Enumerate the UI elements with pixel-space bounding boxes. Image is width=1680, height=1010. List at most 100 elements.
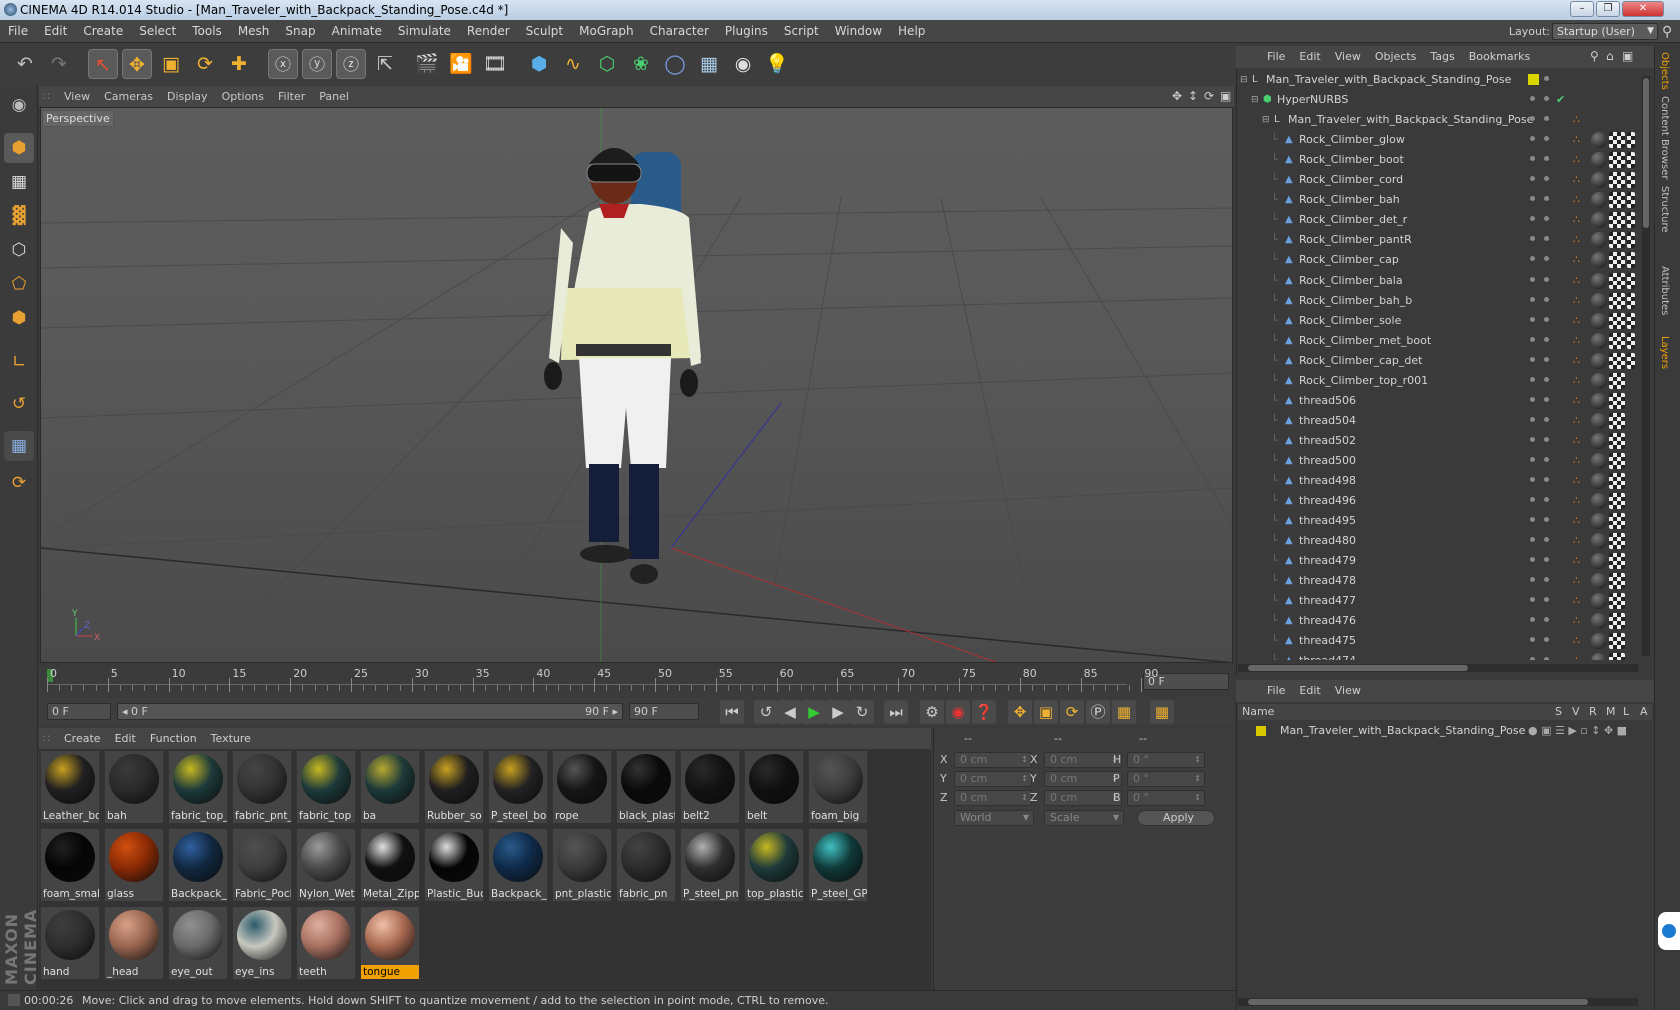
phong-tag-icon[interactable]: ∴ [1573, 453, 1589, 469]
viewport-rotate-icon[interactable]: ⟳ [1204, 89, 1214, 103]
menu-render[interactable]: Render [459, 20, 518, 42]
visibility-dots-icon[interactable] [1530, 296, 1556, 305]
texture-tag-icon[interactable] [1609, 593, 1625, 610]
phong-tag-icon[interactable]: ∴ [1573, 313, 1589, 329]
texture-tag-icon[interactable] [1609, 272, 1625, 289]
material-tag-icon[interactable] [1591, 452, 1607, 469]
object-row[interactable]: └ ▲ thread498 ∴ [1238, 471, 1638, 491]
phong-tag-icon[interactable]: ∴ [1573, 252, 1589, 268]
maximize-button[interactable]: ❐ [1596, 1, 1620, 17]
object-menu-file[interactable]: File [1260, 46, 1292, 68]
material-tag-icon[interactable] [1591, 172, 1607, 189]
layer-column-v[interactable]: V [1572, 704, 1580, 720]
layer-column-r[interactable]: R [1589, 704, 1597, 720]
material-swatch[interactable]: P_steel_pnt [681, 829, 739, 901]
texture-tag-icon[interactable] [1627, 332, 1635, 349]
menu-plugins[interactable]: Plugins [717, 20, 776, 42]
phong-tag-icon[interactable]: ∴ [1573, 653, 1589, 660]
rotation-p-field[interactable]: 0 ° ↕ [1127, 771, 1205, 787]
material-tag-icon[interactable] [1591, 613, 1607, 630]
material-swatch[interactable]: Rubber_so [425, 751, 483, 823]
object-row[interactable]: └ ▲ Rock_Climber_sole ∴ [1238, 311, 1638, 331]
texture-tag-icon[interactable] [1609, 493, 1625, 510]
close-window-button[interactable]: ✕ [1622, 1, 1664, 17]
texture-mode-icon[interactable]: ▦ [4, 167, 34, 197]
side-tab-objects[interactable]: Objects [1659, 52, 1670, 90]
timeline-window-icon[interactable]: ▦ [1150, 700, 1174, 724]
material-swatch[interactable]: tongue [361, 907, 419, 979]
menu-select[interactable]: Select [131, 20, 184, 42]
go-to-end-icon[interactable]: ⏭ [884, 700, 908, 724]
position-x-field[interactable]: 0 cm ↕ [954, 752, 1032, 768]
object-row[interactable]: └ ▲ thread477 ∴ [1238, 591, 1638, 611]
layer-column-l[interactable]: L [1623, 704, 1629, 720]
material-menu-edit[interactable]: Edit [108, 728, 143, 749]
stepper-icon[interactable]: ↕ [1021, 772, 1028, 786]
material-swatch[interactable]: fabric_top_ [169, 751, 227, 823]
layout-select[interactable]: Startup (User) ▼ [1552, 23, 1658, 40]
next-frame-icon[interactable]: ▶ [826, 700, 850, 724]
phong-tag-icon[interactable]: ∴ [1573, 393, 1589, 409]
object-row[interactable]: └ ▲ thread475 ∴ [1238, 631, 1638, 651]
object-row[interactable]: └ ▲ thread476 ∴ [1238, 611, 1638, 631]
move-tool-icon[interactable]: ✥ [122, 49, 152, 79]
material-tag-icon[interactable] [1591, 392, 1607, 409]
stepper-icon[interactable]: ↕ [1194, 772, 1201, 786]
material-swatch[interactable]: hand [41, 907, 99, 979]
collapse-toggle-icon[interactable]: ⊟ [1240, 70, 1248, 90]
material-tag-icon[interactable] [1591, 573, 1607, 590]
visibility-dots-icon[interactable] [1530, 416, 1556, 425]
menu-script[interactable]: Script [776, 20, 827, 42]
texture-tag-icon[interactable] [1609, 232, 1625, 249]
side-tab-attributes[interactable]: Attributes [1659, 266, 1670, 315]
texture-tag-icon[interactable] [1627, 232, 1635, 249]
menu-file[interactable]: File [0, 20, 36, 42]
object-row[interactable]: ⊟ L Man_Traveler_with_Backpack_Standing_Po… [1238, 110, 1638, 130]
texture-tag-icon[interactable] [1609, 653, 1625, 660]
menu-sculpt[interactable]: Sculpt [518, 20, 571, 42]
material-menu-texture[interactable]: Texture [204, 728, 258, 749]
remote-support-icon[interactable] [1658, 912, 1680, 950]
layer-menu-edit[interactable]: Edit [1292, 680, 1327, 702]
visibility-dots-icon[interactable] [1530, 477, 1556, 485]
phong-tag-icon[interactable]: ∴ [1573, 232, 1589, 248]
visibility-dots-icon[interactable] [1530, 176, 1556, 184]
keyframe-selection-icon[interactable]: ❓ [972, 700, 996, 724]
visibility-dots-icon[interactable] [1530, 136, 1556, 144]
visibility-dots-icon[interactable] [1530, 637, 1556, 645]
object-row[interactable]: └ ▲ Rock_Climber_pantR ∴ [1238, 230, 1638, 250]
viewport-menu-view[interactable]: View [57, 86, 97, 107]
visibility-dots-icon[interactable] [1530, 497, 1556, 505]
object-row[interactable]: └ ▲ thread504 ∴ [1238, 411, 1638, 431]
visibility-dots-icon[interactable] [1530, 456, 1556, 465]
coordinate-system-icon[interactable]: ⇱ [370, 49, 400, 79]
material-swatch[interactable]: Nylon_Wet [297, 829, 355, 901]
material-swatch[interactable]: eye_ins [233, 907, 291, 979]
visibility-dots-icon[interactable] [1530, 657, 1556, 660]
phong-tag-icon[interactable]: ∴ [1573, 172, 1589, 188]
phong-tag-icon[interactable]: ∴ [1573, 333, 1589, 349]
phong-tag-icon[interactable]: ∴ [1573, 633, 1589, 649]
position-z-field[interactable]: 0 cm ↕ [954, 790, 1032, 806]
snap-icon[interactable]: ▦ [4, 431, 34, 461]
key-pla-icon[interactable]: ▦ [1112, 700, 1136, 724]
previous-keyframe-icon[interactable]: ↺ [754, 700, 778, 724]
render-settings-icon[interactable]: 🎞 [480, 49, 510, 79]
material-swatch[interactable]: foam_small [41, 829, 99, 901]
object-row[interactable]: └ ▲ Rock_Climber_cap ∴ [1238, 250, 1638, 270]
object-scrollbar[interactable] [1642, 76, 1650, 656]
go-to-start-icon[interactable]: ⏮ [720, 700, 744, 724]
frame-range-slider[interactable]: ◂ 0 F 90 F ▸ [117, 703, 623, 720]
stepper-icon[interactable]: ↕ [1021, 753, 1028, 767]
phong-tag-icon[interactable]: ∴ [1573, 593, 1589, 609]
visibility-dots-icon[interactable] [1530, 436, 1556, 445]
texture-tag-icon[interactable] [1627, 312, 1635, 329]
viewport-maximize-icon[interactable]: ▣ [1220, 89, 1231, 103]
material-swatch[interactable]: Metal_Zipp [361, 829, 419, 901]
world-select[interactable]: World ▼ [954, 810, 1034, 826]
material-swatch[interactable]: Backpack_S [169, 829, 227, 901]
menu-edit[interactable]: Edit [36, 20, 75, 42]
object-row[interactable]: └ ▲ Rock_Climber_met_boot ∴ [1238, 331, 1638, 351]
deformer-icon[interactable]: ◯ [660, 49, 690, 79]
texture-tag-icon[interactable] [1609, 613, 1625, 630]
